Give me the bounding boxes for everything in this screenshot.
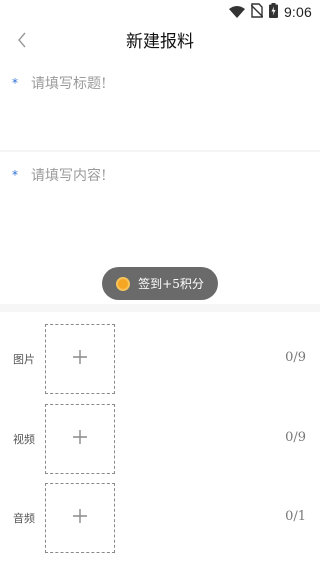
nav-bar: 新建报料 bbox=[0, 24, 320, 60]
video-count: 0/9 bbox=[285, 430, 306, 445]
title-placeholder: 请填写标题! bbox=[31, 76, 107, 92]
media-row-video: 视频 0/9 bbox=[0, 404, 320, 476]
wifi-icon bbox=[228, 3, 245, 22]
page-title: 新建报料 bbox=[126, 32, 194, 52]
status-time: 9:06 bbox=[283, 4, 312, 20]
add-video-button[interactable] bbox=[45, 404, 115, 474]
content-placeholder: 请填写内容! bbox=[31, 168, 107, 184]
section-divider bbox=[0, 304, 320, 312]
media-label: 图片 bbox=[13, 353, 35, 366]
media-label: 视频 bbox=[13, 433, 35, 446]
add-audio-button[interactable] bbox=[45, 483, 115, 553]
plus-icon bbox=[72, 429, 88, 449]
required-mark: * bbox=[12, 76, 18, 90]
media-label: 音频 bbox=[13, 512, 35, 525]
title-input[interactable]: * 请填写标题! bbox=[0, 62, 320, 150]
add-image-button[interactable] bbox=[45, 324, 115, 394]
media-row-audio: 音频 0/1 bbox=[0, 483, 320, 555]
battery-charging-icon bbox=[268, 2, 278, 22]
plus-icon bbox=[72, 349, 88, 369]
image-count: 0/9 bbox=[285, 350, 306, 365]
points-toast: 签到+5积分 bbox=[102, 267, 218, 300]
status-bar: 9:06 bbox=[0, 0, 320, 24]
no-sim-icon bbox=[250, 2, 264, 22]
status-icons: 9:06 bbox=[228, 2, 312, 22]
plus-icon bbox=[72, 508, 88, 528]
audio-count: 0/1 bbox=[285, 509, 306, 524]
media-row-image: 图片 0/9 bbox=[0, 324, 320, 396]
coin-icon bbox=[116, 276, 131, 291]
required-mark: * bbox=[12, 168, 18, 182]
toast-text: 签到+5积分 bbox=[138, 277, 204, 291]
